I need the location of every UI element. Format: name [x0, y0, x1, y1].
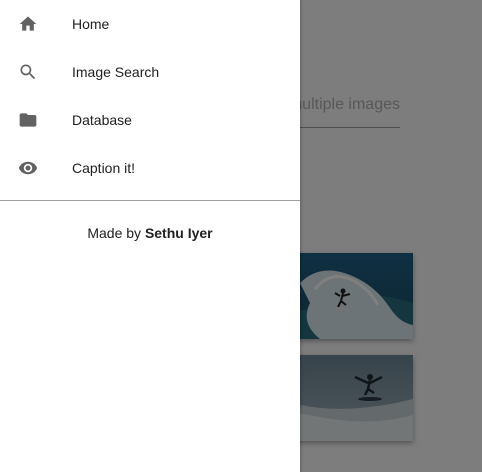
nav-item-home[interactable]: Home — [0, 0, 300, 48]
drawer-divider — [0, 200, 300, 201]
nav-item-image-search[interactable]: Image Search — [0, 48, 300, 96]
app-root: Home Image Search Database Caption it! — [0, 0, 482, 472]
credit-prefix: Made by — [87, 225, 142, 241]
search-icon — [18, 62, 38, 82]
nav-item-label: Database — [72, 112, 132, 128]
nav-item-label: Home — [72, 16, 110, 32]
credit-author: Sethu Iyer — [144, 225, 213, 241]
nav-item-label: Caption it! — [72, 160, 136, 176]
folder-icon — [18, 110, 38, 130]
nav-item-caption-it[interactable]: Caption it! — [0, 144, 300, 192]
home-icon — [18, 14, 38, 34]
eye-icon — [18, 158, 38, 178]
drawer-nav-list: Home Image Search Database Caption it! — [0, 0, 300, 192]
nav-item-label: Image Search — [72, 64, 160, 80]
nav-item-database[interactable]: Database — [0, 96, 300, 144]
drawer-credit: Made by Sethu Iyer — [0, 225, 300, 241]
navigation-drawer: Home Image Search Database Caption it! M… — [0, 0, 300, 472]
